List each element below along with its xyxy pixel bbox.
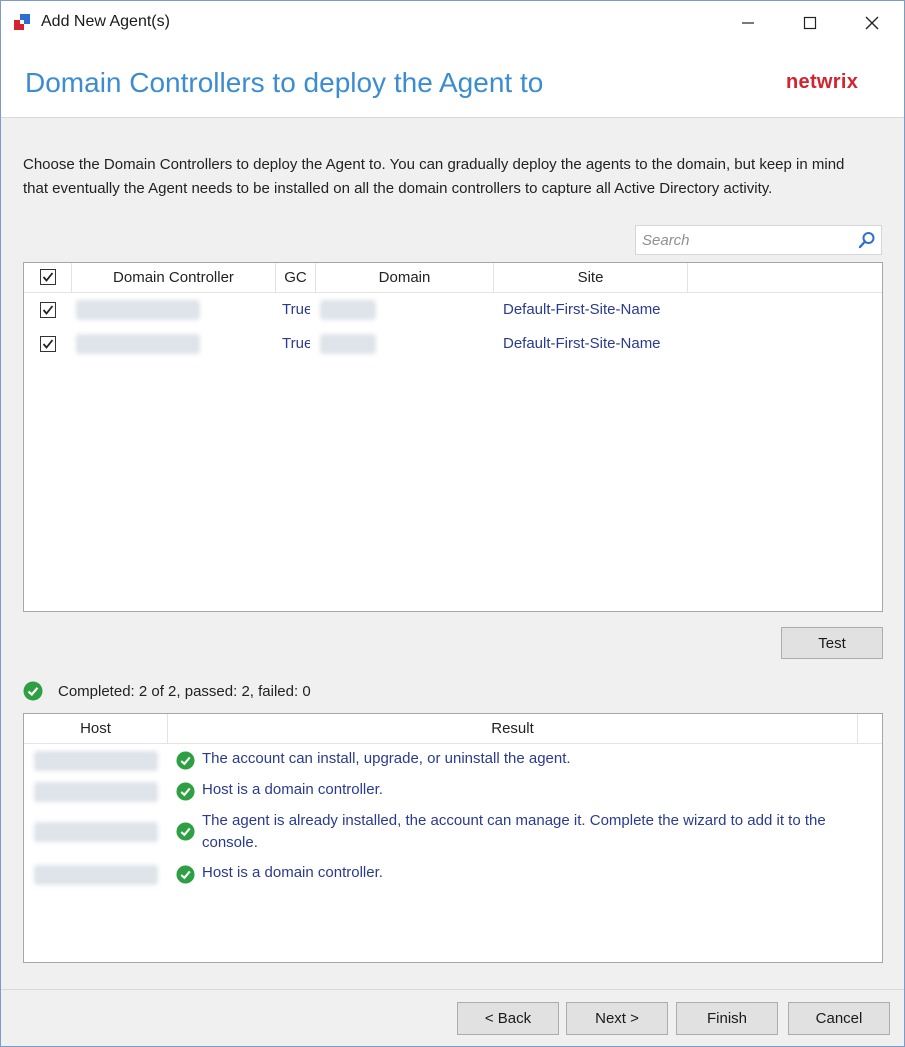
redacted-host [34,865,158,885]
wizard-footer: < Back Next > Finish Cancel [1,989,904,1046]
redacted-host [34,822,158,842]
column-header-domain-controller[interactable]: Domain Controller [72,263,276,292]
minimize-icon [742,22,754,24]
redacted-domain [320,300,376,320]
netwrix-logo: netwrix [786,71,859,93]
gc-cell: True [282,301,310,318]
column-header-result[interactable]: Result [168,714,858,743]
page-title: Domain Controllers to deploy the Agent t… [25,67,544,98]
checkmark-icon [42,272,54,282]
site-cell: Default-First-Site-Name [503,335,661,352]
redacted-host [34,782,158,802]
success-check-icon [176,865,195,884]
column-header-gc[interactable]: GC [276,263,316,292]
row-checkbox[interactable] [40,336,56,352]
gc-cell: True [282,335,310,352]
checkmark-icon [42,339,54,349]
redacted-host [34,751,158,771]
app-icon [13,13,31,31]
table-row[interactable]: True Default-First-Site-Name [24,328,882,360]
result-text: Host is a domain controller. [202,864,383,881]
table-row[interactable]: True Default-First-Site-Name [24,294,882,326]
success-check-icon [176,751,195,770]
success-check-icon [176,822,195,841]
success-check-icon [23,681,43,701]
redacted-domain-controller [76,300,200,320]
next-button[interactable]: Next > [566,1002,668,1035]
column-header-host[interactable]: Host [24,714,168,743]
result-row[interactable]: The account can install, upgrade, or uni… [24,748,882,774]
results-table: Host Result The account can install, upg… [23,713,883,963]
maximize-icon [803,16,817,30]
search-input[interactable] [642,230,847,250]
success-check-icon [176,782,195,801]
window-title: Add New Agent(s) [41,13,170,30]
result-row[interactable]: Host is a domain controller. [24,862,882,888]
close-icon [865,16,879,30]
result-text: The account can install, upgrade, or uni… [202,750,571,767]
finish-button[interactable]: Finish [676,1002,778,1035]
site-cell: Default-First-Site-Name [503,301,661,318]
redacted-domain-controller [76,334,200,354]
test-button[interactable]: Test [781,627,883,659]
result-text: The agent is already installed, the acco… [202,812,826,851]
row-checkbox[interactable] [40,302,56,318]
search-icon[interactable] [858,231,876,249]
search-box[interactable] [635,225,882,255]
wizard-header: Domain Controllers to deploy the Agent t… [1,45,904,118]
cancel-button[interactable]: Cancel [788,1002,890,1035]
redacted-domain [320,334,376,354]
table-header: Domain Controller GC Domain Site [24,263,882,293]
result-text: Host is a domain controller. [202,781,383,798]
result-row[interactable]: The agent is already installed, the acco… [24,810,882,858]
status-text: Completed: 2 of 2, passed: 2, failed: 0 [58,683,311,700]
domain-controllers-table: Domain Controller GC Domain Site True De… [23,262,883,612]
results-header: Host Result [24,714,882,744]
title-bar: Add New Agent(s) [1,1,904,45]
back-button[interactable]: < Back [457,1002,559,1035]
checkmark-icon [42,305,54,315]
column-header-domain[interactable]: Domain [316,263,494,292]
add-agent-window: Add New Agent(s) Domain Controllers to d… [0,0,905,1047]
minimize-button[interactable] [717,1,779,45]
result-row[interactable]: Host is a domain controller. [24,779,882,805]
column-header-site[interactable]: Site [494,263,688,292]
instructions-text: Choose the Domain Controllers to deploy … [23,156,845,197]
select-all-cell [24,263,72,292]
close-button[interactable] [841,1,903,45]
select-all-checkbox[interactable] [40,269,56,285]
maximize-button[interactable] [779,1,841,45]
